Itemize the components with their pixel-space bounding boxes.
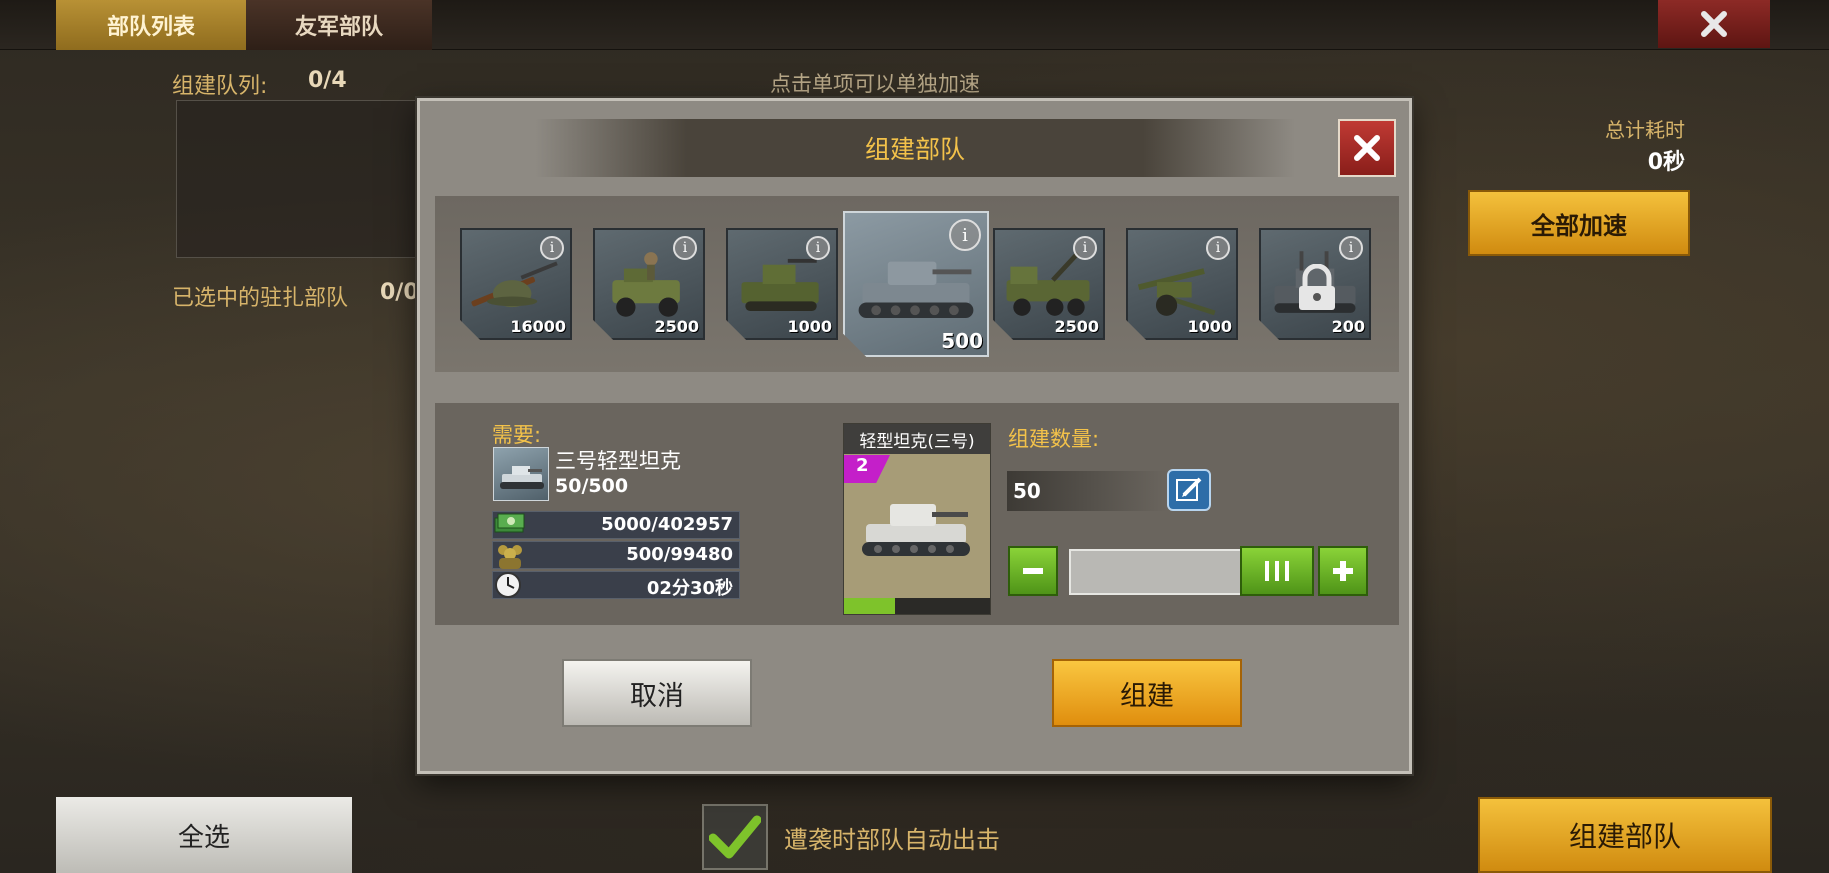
increase-quantity-button[interactable] — [1318, 546, 1368, 596]
unit-count: 1000 — [787, 317, 832, 336]
unit-progress-fill — [844, 598, 896, 614]
light-tank-icon — [500, 466, 544, 489]
resource-row-population: 500/99480 — [492, 541, 740, 569]
unit-card-armored-car[interactable]: i 1000 — [726, 228, 838, 340]
population-value: 500/99480 — [626, 544, 733, 565]
speed-all-button[interactable]: 全部加速 — [1468, 190, 1690, 256]
unit-card-field-gun[interactable]: i 1000 — [1126, 228, 1238, 340]
tab-allied-troops[interactable]: 友军部队 — [246, 0, 432, 50]
cash-icon — [494, 513, 525, 533]
unit-progress-bar — [844, 598, 990, 614]
resource-row-cash: 5000/402957 — [492, 511, 740, 539]
info-icon[interactable]: i — [949, 219, 981, 251]
queue-value: 0/4 — [308, 68, 347, 93]
queue-label: 组建队列: — [172, 74, 268, 99]
tab-troop-list[interactable]: 部队列表 — [56, 0, 246, 50]
unit-count: 1000 — [1187, 317, 1232, 336]
quantity-input[interactable] — [1007, 471, 1167, 511]
plus-icon — [1333, 561, 1353, 581]
auto-attack-label: 遭袭时部队自动出击 — [784, 826, 1000, 854]
quantity-slider-thumb[interactable] — [1240, 546, 1314, 596]
edit-quantity-button[interactable] — [1167, 469, 1211, 511]
resource-row-time: 02分30秒 — [492, 571, 740, 599]
unit-card-jeep[interactable]: i 2500 — [593, 228, 705, 340]
select-all-button[interactable]: 全选 — [56, 797, 352, 873]
unit-details-panel: 需要: 三号轻型坦克 50/500 5000/402957 500/99480 … — [435, 403, 1399, 625]
info-icon[interactable]: i — [673, 236, 697, 260]
info-icon[interactable]: i — [1206, 236, 1230, 260]
decrease-quantity-button[interactable] — [1008, 546, 1058, 596]
selected-garrison-value: 0/0 — [380, 280, 419, 305]
unit-preview-title: 轻型坦克(三号) — [844, 424, 990, 454]
unit-count: 500 — [941, 329, 983, 353]
clock-icon — [495, 572, 521, 598]
unit-count: 200 — [1331, 317, 1365, 336]
total-time-label: 总计耗时 — [1605, 118, 1685, 142]
unit-card-light-tank[interactable]: i 500 — [843, 211, 989, 357]
info-icon[interactable]: i — [1073, 236, 1097, 260]
speedup-hint: 点击单项可以单独加速 — [770, 72, 980, 96]
unit-count: 16000 — [510, 317, 566, 336]
time-value: 02分30秒 — [646, 578, 733, 599]
requirements-label: 需要: — [492, 423, 542, 447]
required-unit-thumb — [493, 447, 549, 501]
unit-card-aa-tank[interactable]: i 200 — [1259, 228, 1371, 340]
build-troops-modal: 组建部队 i 16000 i 2500 i 1000 i 500 i 2500 … — [417, 98, 1412, 774]
build-button[interactable]: 组建 — [1052, 659, 1242, 727]
edit-icon — [1176, 477, 1202, 501]
close-icon — [1701, 11, 1727, 37]
queue-box — [176, 100, 416, 258]
unit-preview-card: 轻型坦克(三号) 2 — [843, 423, 991, 615]
checkmark-icon — [709, 815, 761, 859]
quantity-label: 组建数量: — [1008, 427, 1100, 451]
modal-title: 组建部队 — [535, 119, 1295, 177]
auto-attack-checkbox[interactable] — [702, 804, 768, 870]
minus-icon — [1023, 568, 1043, 574]
lock-icon — [1299, 264, 1335, 310]
modal-close-button[interactable] — [1338, 119, 1396, 177]
required-unit-name: 三号轻型坦克 — [555, 449, 681, 473]
unit-count: 2500 — [1054, 317, 1099, 336]
close-icon — [1354, 135, 1380, 161]
light-tank-icon — [862, 504, 970, 556]
selected-garrison-label: 已选中的驻扎部队 — [172, 286, 349, 311]
total-time-value: 0秒 — [1647, 150, 1685, 175]
info-icon[interactable]: i — [540, 236, 564, 260]
top-close-button[interactable] — [1658, 0, 1770, 48]
unit-count: 2500 — [654, 317, 699, 336]
population-icon — [498, 545, 522, 569]
info-icon[interactable]: i — [1339, 236, 1363, 260]
unit-card-infantry[interactable]: i 16000 — [460, 228, 572, 340]
build-troops-button[interactable]: 组建部队 — [1478, 797, 1772, 873]
cancel-button[interactable]: 取消 — [562, 659, 752, 727]
required-unit-progress: 50/500 — [555, 475, 629, 497]
unit-card-recovery-truck[interactable]: i 2500 — [993, 228, 1105, 340]
cash-value: 5000/402957 — [601, 514, 733, 535]
info-icon[interactable]: i — [806, 236, 830, 260]
unit-strip: i 16000 i 2500 i 1000 i 500 i 2500 i 100… — [435, 196, 1399, 372]
